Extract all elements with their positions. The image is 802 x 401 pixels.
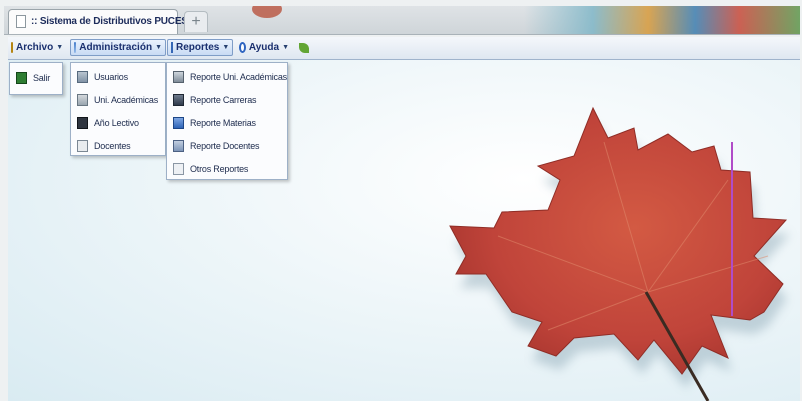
menu-item-label: Salir bbox=[33, 72, 51, 83]
report-icon bbox=[173, 162, 184, 175]
menu-item-reporte-unidades[interactable]: Reporte Uni. Académicas bbox=[167, 65, 287, 88]
menu-ayuda[interactable]: Ayuda ▼ bbox=[236, 39, 292, 56]
screen-frame: :: Sistema de Distributivos PUCESA :: + … bbox=[0, 0, 802, 401]
menu-item-unidades-academicas[interactable]: Uni. Académicas bbox=[71, 88, 165, 111]
menu-item-label: Otros Reportes bbox=[190, 163, 249, 174]
menu-item-label: Año Lectivo bbox=[94, 117, 139, 128]
chevron-down-icon: ▼ bbox=[56, 44, 64, 51]
page-icon bbox=[16, 15, 26, 28]
menu-item-docentes[interactable]: Docentes bbox=[71, 134, 165, 157]
menu-archivo[interactable]: Archivo ▼ bbox=[8, 39, 66, 56]
menu-bar: Archivo ▼ Administración ▼ Reportes ▼ Ay… bbox=[8, 37, 800, 60]
menu-item-reporte-docentes[interactable]: Reporte Docentes bbox=[167, 134, 287, 157]
menu-item-salir[interactable]: Salir bbox=[10, 66, 62, 89]
menu-reportes-label: Reportes bbox=[176, 42, 220, 53]
report-icon bbox=[173, 70, 184, 83]
new-tab-button[interactable]: + bbox=[184, 11, 208, 32]
browser-tab-strip: :: Sistema de Distributivos PUCESA :: + bbox=[4, 6, 800, 35]
menu-item-ano-lectivo[interactable]: Año Lectivo bbox=[71, 111, 165, 134]
administracion-dropdown: Usuarios Uni. Académicas Año Lectivo Doc… bbox=[70, 62, 166, 156]
tools-icon bbox=[74, 42, 77, 53]
report-icon bbox=[173, 116, 184, 129]
menu-item-reporte-materias[interactable]: Reporte Materias bbox=[167, 111, 287, 134]
menu-item-usuarios[interactable]: Usuarios bbox=[71, 65, 165, 88]
browser-tab[interactable]: :: Sistema de Distributivos PUCESA :: bbox=[8, 9, 203, 34]
maple-leaf bbox=[449, 106, 788, 375]
chevron-down-icon: ▼ bbox=[282, 44, 289, 51]
menu-ayuda-label: Ayuda bbox=[248, 42, 280, 53]
menu-administracion-label: Administración bbox=[79, 42, 153, 53]
menu-item-label: Uni. Académicas bbox=[94, 94, 159, 105]
banner-artwork-fragment bbox=[252, 6, 282, 18]
chevron-down-icon: ▼ bbox=[222, 44, 230, 51]
users-icon bbox=[77, 70, 88, 83]
reportes-dropdown: Reporte Uni. Académicas Reporte Carreras… bbox=[166, 62, 288, 180]
menu-archivo-label: Archivo bbox=[16, 42, 54, 53]
menu-reportes[interactable]: Reportes ▼ bbox=[167, 39, 233, 56]
menu-item-label: Reporte Materias bbox=[190, 117, 256, 128]
menu-item-label: Reporte Uni. Académicas bbox=[190, 71, 287, 82]
leaf-icon bbox=[299, 42, 309, 53]
menu-item-label: Docentes bbox=[94, 140, 131, 151]
banner-artwork bbox=[524, 6, 800, 34]
exit-icon bbox=[16, 71, 27, 84]
menu-item-label: Reporte Carreras bbox=[190, 94, 257, 105]
menu-item-otros-reportes[interactable]: Otros Reportes bbox=[167, 157, 287, 180]
menu-item-label: Usuarios bbox=[94, 71, 128, 82]
teacher-icon bbox=[77, 139, 88, 152]
folder-icon bbox=[11, 42, 13, 53]
chevron-down-icon: ▼ bbox=[155, 44, 162, 51]
report-icon bbox=[173, 139, 184, 152]
report-icon bbox=[173, 93, 184, 106]
archivo-dropdown: Salir bbox=[9, 62, 63, 95]
help-icon bbox=[239, 42, 246, 53]
tab-title: :: Sistema de Distributivos PUCESA :: bbox=[31, 16, 204, 27]
menu-extra[interactable] bbox=[296, 39, 316, 56]
menu-item-label: Reporte Docentes bbox=[190, 140, 260, 151]
calendar-icon bbox=[77, 116, 88, 129]
menu-administracion[interactable]: Administración ▼ bbox=[70, 39, 166, 56]
report-icon bbox=[171, 42, 173, 53]
building-icon bbox=[77, 93, 88, 106]
menu-item-reporte-carreras[interactable]: Reporte Carreras bbox=[167, 88, 287, 111]
